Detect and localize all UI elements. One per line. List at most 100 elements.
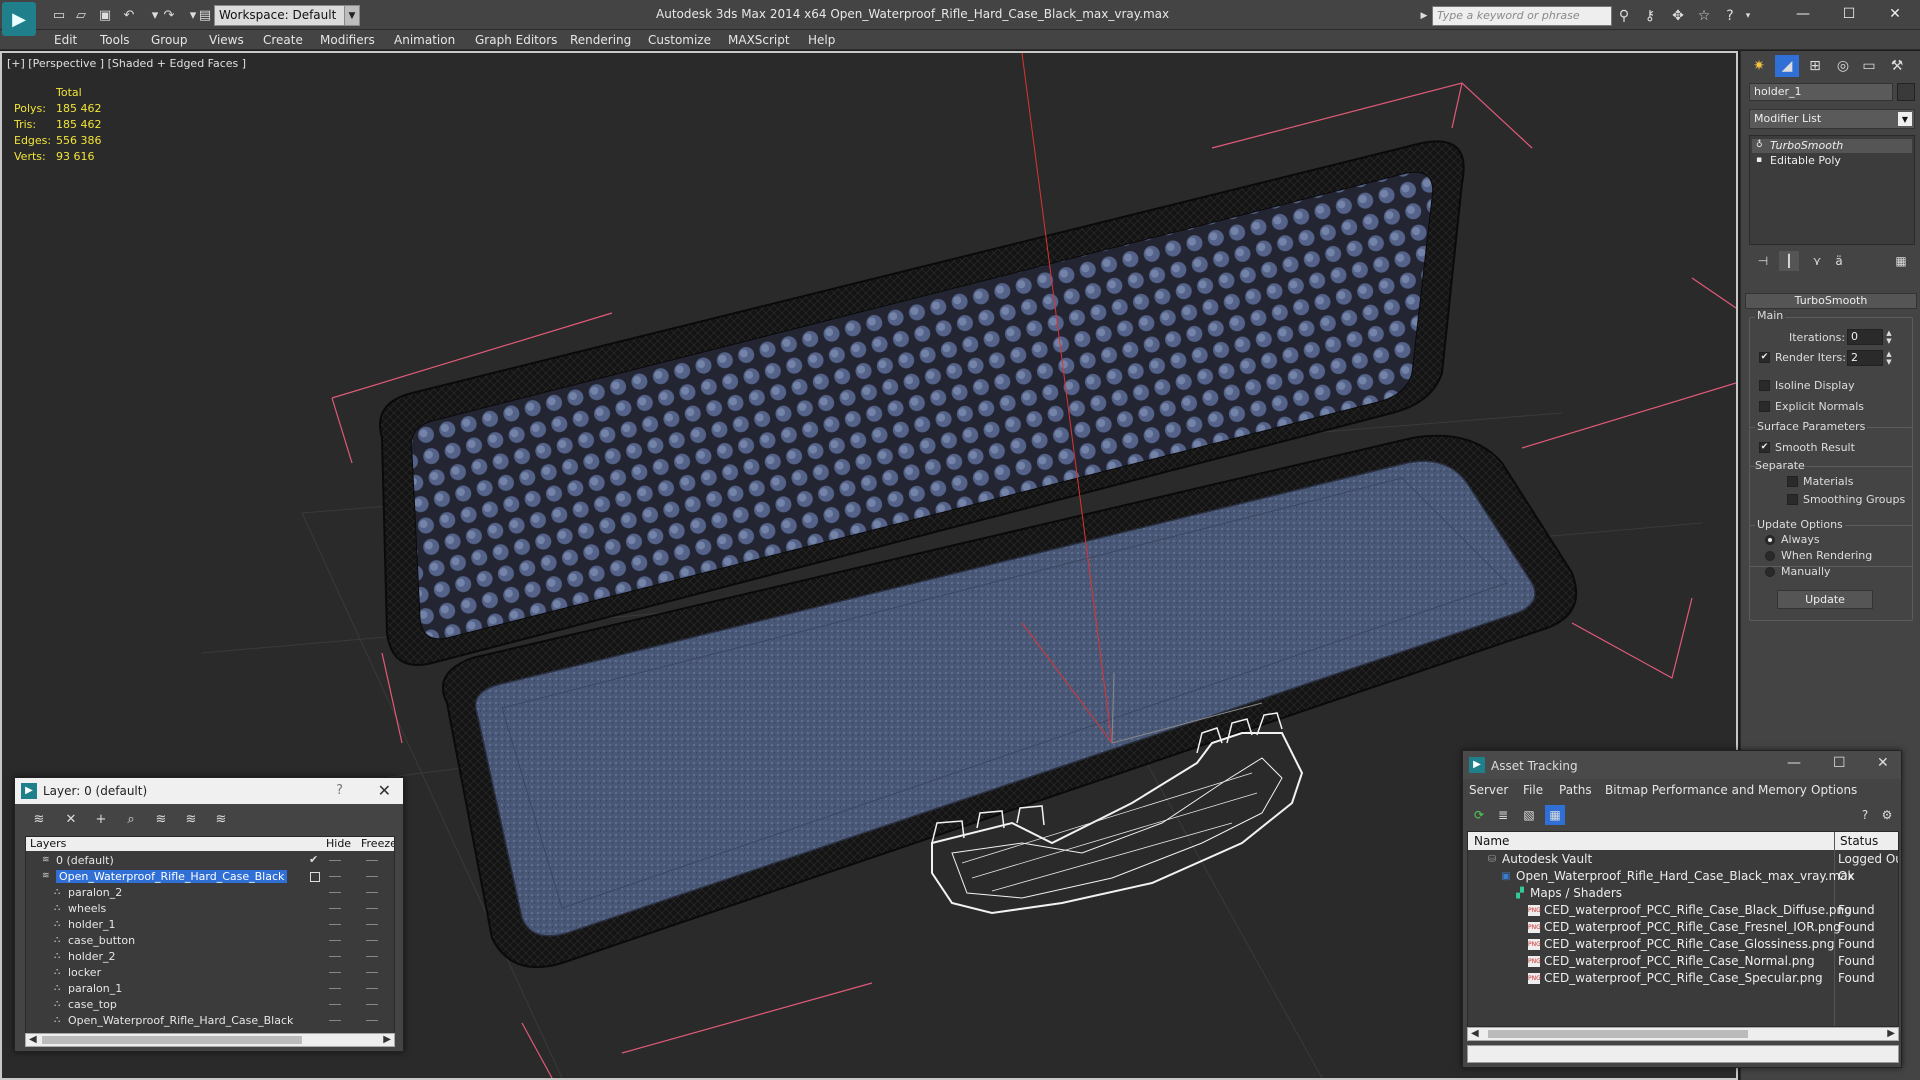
asset-row[interactable]: PNG CED_waterproof_PCC_Rifle_Case_Fresnel… — [1468, 919, 1898, 936]
asset-tracking-titlebar[interactable]: ▶ Asset Tracking — ☐ ✕ — [1463, 751, 1901, 779]
modifier-list-dropdown[interactable]: Modifier List ▼ — [1749, 109, 1915, 129]
render-iters-spinner[interactable]: 2 — [1847, 350, 1883, 366]
menu-bitmap-performance[interactable]: Bitmap Performance and Memory — [1605, 783, 1807, 797]
object-name-field[interactable]: holder_1 — [1749, 83, 1893, 101]
search-expand-icon[interactable]: ▶ — [1418, 6, 1430, 26]
horizontal-scrollbar[interactable]: ◀ ▶ — [1467, 1027, 1899, 1041]
always-radio[interactable] — [1765, 535, 1775, 545]
hide-toggle[interactable] — [329, 1020, 341, 1021]
create-tab-icon[interactable]: ✷ — [1747, 55, 1771, 77]
column-hide[interactable]: Hide — [326, 837, 351, 850]
hide-toggle[interactable] — [329, 908, 341, 909]
asset-row[interactable]: ▣ Open_Waterproof_Rifle_Hard_Case_Black_m… — [1468, 868, 1898, 885]
menu-maxscript[interactable]: MAXScript — [728, 33, 790, 47]
hide-toggle[interactable] — [329, 876, 341, 877]
manually-radio[interactable] — [1765, 567, 1775, 577]
layer-dialog-titlebar[interactable]: ▶ Layer: 0 (default) ? ✕ — [15, 778, 403, 804]
binoculars-icon[interactable]: ⚲ — [1614, 6, 1634, 26]
app-logo-icon[interactable]: ▶ — [2, 2, 36, 36]
menu-animation[interactable]: Animation — [394, 33, 455, 47]
hide-toggle[interactable] — [329, 1004, 341, 1005]
menu-options[interactable]: Options — [1811, 783, 1857, 797]
maximize-icon[interactable]: ☐ — [1833, 755, 1846, 771]
asset-row[interactable]: ⛁ Autodesk Vault Logged Ou — [1468, 851, 1898, 868]
hide-toggle[interactable] — [329, 860, 341, 861]
close-icon[interactable]: ✕ — [1872, 0, 1918, 28]
render-iters-checkbox[interactable]: ✔ — [1759, 352, 1770, 363]
hierarchy-tab-icon[interactable]: ⊞ — [1803, 55, 1827, 77]
help-dropdown-icon[interactable]: ▾ — [1738, 6, 1758, 26]
asset-row[interactable]: PNG CED_waterproof_PCC_Rifle_Case_Glossin… — [1468, 936, 1898, 953]
layer-row[interactable]: ≋ 0 (default) ✔ — [26, 853, 394, 869]
hide-toggle[interactable] — [329, 956, 341, 957]
scroll-thumb[interactable] — [42, 1036, 302, 1044]
stack-item-editable-poly[interactable]: ▪ Editable Poly — [1752, 154, 1912, 168]
spinner-arrows-icon[interactable]: ▲ ▼ — [1885, 350, 1893, 366]
communication-center-icon[interactable]: ✥ — [1668, 6, 1688, 26]
asset-row[interactable]: PNG CED_waterproof_PCC_Rifle_Case_Black_D… — [1468, 902, 1898, 919]
menu-create[interactable]: Create — [263, 33, 303, 47]
horizontal-scrollbar[interactable]: ◀ ▶ — [25, 1033, 395, 1047]
modifier-stack[interactable]: ♁ TurboSmooth ▪ Editable Poly — [1749, 135, 1915, 245]
project-folder-icon[interactable]: ▤ — [196, 6, 214, 24]
spinner-arrows-icon[interactable]: ▲ ▼ — [1885, 329, 1893, 345]
layer-row[interactable]: ⛬ paralon_1 — [26, 981, 394, 997]
list-view-icon[interactable]: ≣ — [1493, 805, 1513, 825]
menu-server[interactable]: Server — [1469, 783, 1508, 797]
utilities-tab-icon[interactable]: ⚒ — [1885, 55, 1909, 77]
open-file-icon[interactable]: ▱ — [72, 6, 90, 24]
freeze-toggle[interactable] — [366, 1004, 378, 1005]
thumbnail-view-icon[interactable]: ▧ — [1519, 805, 1539, 825]
minimize-icon[interactable]: — — [1780, 0, 1826, 28]
menu-modifiers[interactable]: Modifiers — [320, 33, 375, 47]
freeze-toggle[interactable] — [366, 892, 378, 893]
pin-stack-icon[interactable]: ⊣ — [1753, 251, 1773, 271]
menu-paths[interactable]: Paths — [1559, 783, 1592, 797]
menu-edit[interactable]: Edit — [54, 33, 77, 47]
minimize-icon[interactable]: — — [1787, 755, 1801, 771]
freeze-toggle[interactable] — [366, 1020, 378, 1021]
asset-row[interactable]: PNG CED_waterproof_PCC_Rifle_Case_Specula… — [1468, 970, 1898, 987]
update-button[interactable]: Update — [1777, 590, 1873, 609]
make-unique-icon[interactable]: ⋎ — [1807, 251, 1827, 271]
asset-table[interactable]: Name Status ⛁ Autodesk Vault Logged Ou ▣ Ope… — [1467, 831, 1899, 1027]
materials-checkbox[interactable] — [1787, 476, 1798, 487]
hide-all-layers-icon[interactable]: ≋ — [181, 810, 201, 828]
help-icon[interactable]: ? — [1720, 6, 1740, 26]
new-file-icon[interactable]: ▭ — [50, 6, 68, 24]
object-color-swatch[interactable] — [1897, 83, 1915, 101]
freeze-toggle[interactable] — [366, 908, 378, 909]
stack-item-turbosmooth[interactable]: ♁ TurboSmooth — [1752, 139, 1912, 153]
select-in-layer-icon[interactable]: ⌕ — [121, 810, 141, 828]
hide-toggle[interactable] — [329, 940, 341, 941]
freeze-toggle[interactable] — [366, 972, 378, 973]
close-icon[interactable]: ✕ — [1877, 755, 1889, 771]
asset-row[interactable]: PNG CED_waterproof_PCC_Rifle_Case_Normal.… — [1468, 953, 1898, 970]
hide-toggle[interactable] — [329, 972, 341, 973]
asset-row[interactable]: ▞ Maps / Shaders — [1468, 885, 1898, 902]
settings-icon[interactable]: ⚙ — [1877, 805, 1897, 825]
when-rendering-radio[interactable] — [1765, 551, 1775, 561]
isoline-display-checkbox[interactable] — [1759, 380, 1770, 391]
scroll-left-icon[interactable]: ◀ — [29, 1034, 37, 1045]
layer-row[interactable]: ⛬ holder_2 — [26, 949, 394, 965]
maximize-icon[interactable]: ☐ — [1826, 0, 1872, 28]
menu-file[interactable]: File — [1523, 783, 1543, 797]
menu-customize[interactable]: Customize — [648, 33, 711, 47]
column-layers[interactable]: Layers — [30, 837, 66, 850]
save-icon[interactable]: ▣ — [96, 6, 114, 24]
menu-tools[interactable]: Tools — [100, 33, 130, 47]
help-icon[interactable]: ? — [336, 783, 343, 798]
menu-graph-editors[interactable]: Graph Editors — [475, 33, 557, 47]
undo-icon[interactable]: ↶ — [120, 6, 138, 24]
freeze-all-layers-icon[interactable]: ≋ — [211, 810, 231, 828]
help-icon[interactable]: ? — [1855, 805, 1875, 825]
menu-views[interactable]: Views — [209, 33, 244, 47]
scroll-left-icon[interactable]: ◀ — [1471, 1028, 1479, 1039]
expand-icon[interactable]: ▪ — [1756, 155, 1766, 167]
viewport-label[interactable]: [+] [Perspective ] [Shaded + Edged Faces… — [7, 57, 246, 70]
chevron-down-icon[interactable]: ▼ — [1898, 112, 1912, 126]
layer-row[interactable]: ⛬ paralon_2 — [26, 885, 394, 901]
explicit-normals-checkbox[interactable] — [1759, 401, 1770, 412]
redo-icon[interactable]: ↷ — [160, 6, 178, 24]
